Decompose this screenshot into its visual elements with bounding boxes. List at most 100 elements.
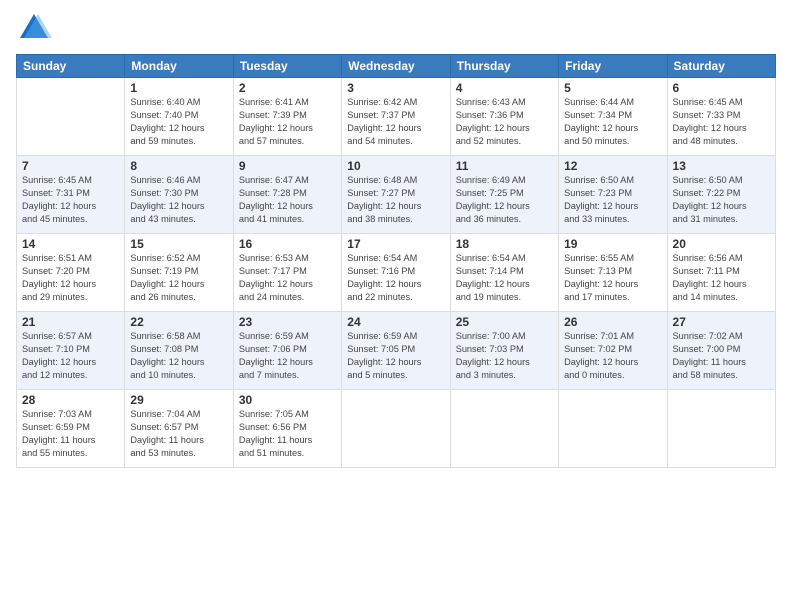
calendar-cell: 28Sunrise: 7:03 AM Sunset: 6:59 PM Dayli… — [17, 390, 125, 468]
calendar-cell: 27Sunrise: 7:02 AM Sunset: 7:00 PM Dayli… — [667, 312, 775, 390]
day-info: Sunrise: 7:00 AM Sunset: 7:03 PM Dayligh… — [456, 330, 553, 382]
day-number: 22 — [130, 315, 227, 329]
calendar-cell: 11Sunrise: 6:49 AM Sunset: 7:25 PM Dayli… — [450, 156, 558, 234]
calendar-cell — [667, 390, 775, 468]
day-number: 15 — [130, 237, 227, 251]
weekday-header-monday: Monday — [125, 55, 233, 78]
weekday-header-row: SundayMondayTuesdayWednesdayThursdayFrid… — [17, 55, 776, 78]
day-info: Sunrise: 6:41 AM Sunset: 7:39 PM Dayligh… — [239, 96, 336, 148]
day-info: Sunrise: 6:43 AM Sunset: 7:36 PM Dayligh… — [456, 96, 553, 148]
day-info: Sunrise: 6:58 AM Sunset: 7:08 PM Dayligh… — [130, 330, 227, 382]
calendar-week-row: 28Sunrise: 7:03 AM Sunset: 6:59 PM Dayli… — [17, 390, 776, 468]
day-info: Sunrise: 6:46 AM Sunset: 7:30 PM Dayligh… — [130, 174, 227, 226]
calendar-cell: 12Sunrise: 6:50 AM Sunset: 7:23 PM Dayli… — [559, 156, 667, 234]
calendar-cell: 7Sunrise: 6:45 AM Sunset: 7:31 PM Daylig… — [17, 156, 125, 234]
calendar-cell — [450, 390, 558, 468]
calendar-week-row: 1Sunrise: 6:40 AM Sunset: 7:40 PM Daylig… — [17, 78, 776, 156]
day-info: Sunrise: 6:49 AM Sunset: 7:25 PM Dayligh… — [456, 174, 553, 226]
day-number: 21 — [22, 315, 119, 329]
day-number: 25 — [456, 315, 553, 329]
day-info: Sunrise: 7:03 AM Sunset: 6:59 PM Dayligh… — [22, 408, 119, 460]
calendar-cell: 23Sunrise: 6:59 AM Sunset: 7:06 PM Dayli… — [233, 312, 341, 390]
calendar-cell: 6Sunrise: 6:45 AM Sunset: 7:33 PM Daylig… — [667, 78, 775, 156]
day-info: Sunrise: 7:01 AM Sunset: 7:02 PM Dayligh… — [564, 330, 661, 382]
header — [16, 10, 776, 46]
logo-icon — [16, 10, 52, 46]
calendar: SundayMondayTuesdayWednesdayThursdayFrid… — [16, 54, 776, 468]
day-info: Sunrise: 6:57 AM Sunset: 7:10 PM Dayligh… — [22, 330, 119, 382]
day-info: Sunrise: 6:55 AM Sunset: 7:13 PM Dayligh… — [564, 252, 661, 304]
day-number: 9 — [239, 159, 336, 173]
day-number: 23 — [239, 315, 336, 329]
calendar-week-row: 14Sunrise: 6:51 AM Sunset: 7:20 PM Dayli… — [17, 234, 776, 312]
day-info: Sunrise: 6:42 AM Sunset: 7:37 PM Dayligh… — [347, 96, 444, 148]
calendar-cell: 25Sunrise: 7:00 AM Sunset: 7:03 PM Dayli… — [450, 312, 558, 390]
weekday-header-saturday: Saturday — [667, 55, 775, 78]
calendar-cell: 18Sunrise: 6:54 AM Sunset: 7:14 PM Dayli… — [450, 234, 558, 312]
logo — [16, 10, 56, 46]
calendar-week-row: 21Sunrise: 6:57 AM Sunset: 7:10 PM Dayli… — [17, 312, 776, 390]
day-number: 12 — [564, 159, 661, 173]
day-info: Sunrise: 6:44 AM Sunset: 7:34 PM Dayligh… — [564, 96, 661, 148]
day-info: Sunrise: 6:56 AM Sunset: 7:11 PM Dayligh… — [673, 252, 770, 304]
day-number: 20 — [673, 237, 770, 251]
weekday-header-wednesday: Wednesday — [342, 55, 450, 78]
calendar-cell: 30Sunrise: 7:05 AM Sunset: 6:56 PM Dayli… — [233, 390, 341, 468]
day-number: 28 — [22, 393, 119, 407]
day-number: 1 — [130, 81, 227, 95]
calendar-cell: 5Sunrise: 6:44 AM Sunset: 7:34 PM Daylig… — [559, 78, 667, 156]
day-number: 17 — [347, 237, 444, 251]
day-info: Sunrise: 6:54 AM Sunset: 7:14 PM Dayligh… — [456, 252, 553, 304]
day-number: 4 — [456, 81, 553, 95]
calendar-cell: 21Sunrise: 6:57 AM Sunset: 7:10 PM Dayli… — [17, 312, 125, 390]
calendar-cell — [559, 390, 667, 468]
day-info: Sunrise: 6:40 AM Sunset: 7:40 PM Dayligh… — [130, 96, 227, 148]
day-number: 8 — [130, 159, 227, 173]
day-info: Sunrise: 6:51 AM Sunset: 7:20 PM Dayligh… — [22, 252, 119, 304]
day-number: 29 — [130, 393, 227, 407]
calendar-cell: 17Sunrise: 6:54 AM Sunset: 7:16 PM Dayli… — [342, 234, 450, 312]
day-number: 26 — [564, 315, 661, 329]
weekday-header-thursday: Thursday — [450, 55, 558, 78]
weekday-header-tuesday: Tuesday — [233, 55, 341, 78]
calendar-cell: 15Sunrise: 6:52 AM Sunset: 7:19 PM Dayli… — [125, 234, 233, 312]
calendar-cell: 16Sunrise: 6:53 AM Sunset: 7:17 PM Dayli… — [233, 234, 341, 312]
day-number: 10 — [347, 159, 444, 173]
day-info: Sunrise: 7:04 AM Sunset: 6:57 PM Dayligh… — [130, 408, 227, 460]
day-info: Sunrise: 6:47 AM Sunset: 7:28 PM Dayligh… — [239, 174, 336, 226]
weekday-header-sunday: Sunday — [17, 55, 125, 78]
day-info: Sunrise: 6:53 AM Sunset: 7:17 PM Dayligh… — [239, 252, 336, 304]
day-number: 27 — [673, 315, 770, 329]
calendar-cell — [342, 390, 450, 468]
calendar-cell — [17, 78, 125, 156]
day-number: 18 — [456, 237, 553, 251]
day-info: Sunrise: 6:59 AM Sunset: 7:06 PM Dayligh… — [239, 330, 336, 382]
page: SundayMondayTuesdayWednesdayThursdayFrid… — [0, 0, 792, 612]
day-number: 14 — [22, 237, 119, 251]
calendar-cell: 8Sunrise: 6:46 AM Sunset: 7:30 PM Daylig… — [125, 156, 233, 234]
calendar-cell: 26Sunrise: 7:01 AM Sunset: 7:02 PM Dayli… — [559, 312, 667, 390]
day-info: Sunrise: 6:48 AM Sunset: 7:27 PM Dayligh… — [347, 174, 444, 226]
weekday-header-friday: Friday — [559, 55, 667, 78]
day-number: 30 — [239, 393, 336, 407]
day-number: 24 — [347, 315, 444, 329]
calendar-cell: 3Sunrise: 6:42 AM Sunset: 7:37 PM Daylig… — [342, 78, 450, 156]
day-info: Sunrise: 6:45 AM Sunset: 7:31 PM Dayligh… — [22, 174, 119, 226]
calendar-week-row: 7Sunrise: 6:45 AM Sunset: 7:31 PM Daylig… — [17, 156, 776, 234]
calendar-cell: 29Sunrise: 7:04 AM Sunset: 6:57 PM Dayli… — [125, 390, 233, 468]
day-number: 13 — [673, 159, 770, 173]
day-number: 5 — [564, 81, 661, 95]
calendar-cell: 14Sunrise: 6:51 AM Sunset: 7:20 PM Dayli… — [17, 234, 125, 312]
day-info: Sunrise: 6:52 AM Sunset: 7:19 PM Dayligh… — [130, 252, 227, 304]
day-info: Sunrise: 6:59 AM Sunset: 7:05 PM Dayligh… — [347, 330, 444, 382]
day-number: 19 — [564, 237, 661, 251]
day-number: 3 — [347, 81, 444, 95]
calendar-cell: 1Sunrise: 6:40 AM Sunset: 7:40 PM Daylig… — [125, 78, 233, 156]
day-info: Sunrise: 6:50 AM Sunset: 7:22 PM Dayligh… — [673, 174, 770, 226]
calendar-cell: 2Sunrise: 6:41 AM Sunset: 7:39 PM Daylig… — [233, 78, 341, 156]
day-info: Sunrise: 7:05 AM Sunset: 6:56 PM Dayligh… — [239, 408, 336, 460]
day-info: Sunrise: 6:54 AM Sunset: 7:16 PM Dayligh… — [347, 252, 444, 304]
day-number: 11 — [456, 159, 553, 173]
day-number: 6 — [673, 81, 770, 95]
calendar-cell: 10Sunrise: 6:48 AM Sunset: 7:27 PM Dayli… — [342, 156, 450, 234]
